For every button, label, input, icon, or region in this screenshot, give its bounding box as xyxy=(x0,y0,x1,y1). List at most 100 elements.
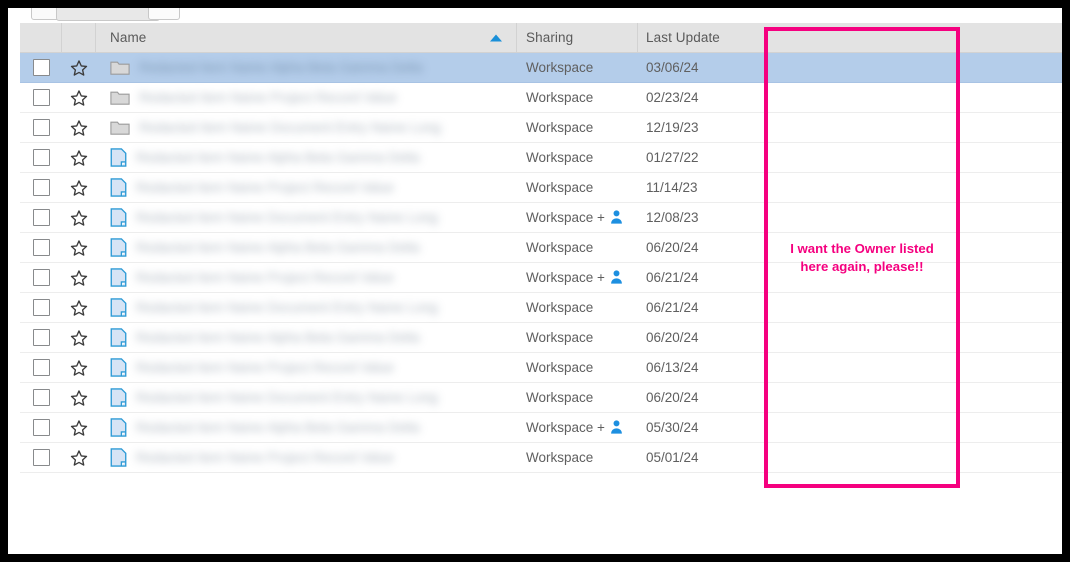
favorite-star-icon[interactable] xyxy=(62,293,96,322)
row-checkbox[interactable] xyxy=(20,383,62,412)
row-last-update-cell: 12/19/23 xyxy=(638,113,768,142)
favorite-star-icon[interactable] xyxy=(62,383,96,412)
row-checkbox[interactable] xyxy=(20,113,62,142)
row-checkbox[interactable] xyxy=(20,53,62,82)
favorite-star-icon[interactable] xyxy=(62,353,96,382)
row-sharing-label: Workspace xyxy=(526,390,594,405)
row-sharing-label: Workspace xyxy=(526,150,594,165)
row-sharing-label: Workspace xyxy=(526,120,594,135)
row-name-cell[interactable]: Redacted Item Name Alpha Beta Gamma Delt… xyxy=(96,53,517,82)
row-sharing-label: Workspace + xyxy=(526,420,605,435)
row-sharing-cell: Workspace xyxy=(517,323,638,352)
favorite-star-icon[interactable] xyxy=(62,143,96,172)
row-last-update-label: 06/20/24 xyxy=(646,390,699,405)
row-last-update-label: 05/30/24 xyxy=(646,420,699,435)
row-last-update-label: 06/20/24 xyxy=(646,240,699,255)
row-sharing-label: Workspace xyxy=(526,300,594,315)
document-icon xyxy=(110,178,127,197)
row-checkbox[interactable] xyxy=(20,293,62,322)
row-last-update-cell: 11/14/23 xyxy=(638,173,768,202)
row-last-update-label: 01/27/22 xyxy=(646,150,699,165)
screenshot-frame: Name Sharing Last Update Redacted Item N… xyxy=(0,0,1070,562)
row-sharing-cell: Workspace xyxy=(517,143,638,172)
row-sharing-label: Workspace xyxy=(526,240,594,255)
document-icon xyxy=(110,238,127,257)
row-name-cell[interactable]: Redacted Item Name Alpha Beta Gamma Delt… xyxy=(96,413,517,442)
favorite-star-icon[interactable] xyxy=(62,413,96,442)
row-checkbox[interactable] xyxy=(20,233,62,262)
row-checkbox[interactable] xyxy=(20,443,62,472)
toolbar-strip xyxy=(8,8,1062,21)
row-last-update-cell: 05/30/24 xyxy=(638,413,768,442)
row-name-cell[interactable]: Redacted Item Name Project Record Value xyxy=(96,83,517,112)
row-name-cell[interactable]: Redacted Item Name Project Record Value xyxy=(96,443,517,472)
row-sharing-cell: Workspace xyxy=(517,83,638,112)
favorite-star-icon[interactable] xyxy=(62,83,96,112)
row-last-update-cell: 02/23/24 xyxy=(638,83,768,112)
folder-icon xyxy=(110,89,130,106)
document-icon xyxy=(110,448,127,467)
toolbar-button-3[interactable] xyxy=(148,8,180,20)
row-sharing-cell: Workspace xyxy=(517,53,638,82)
document-icon xyxy=(110,358,127,377)
column-header-sharing-label: Sharing xyxy=(526,30,574,45)
favorite-star-icon[interactable] xyxy=(62,203,96,232)
row-sharing-label: Workspace xyxy=(526,90,594,105)
row-checkbox[interactable] xyxy=(20,413,62,442)
column-header-sharing[interactable]: Sharing xyxy=(517,22,638,53)
document-icon xyxy=(110,328,127,347)
column-header-favorite[interactable] xyxy=(62,22,96,53)
favorite-star-icon[interactable] xyxy=(62,113,96,142)
document-icon xyxy=(110,268,127,287)
row-checkbox[interactable] xyxy=(20,143,62,172)
row-name-cell[interactable]: Redacted Item Name Alpha Beta Gamma Delt… xyxy=(96,233,517,262)
row-checkbox[interactable] xyxy=(20,203,62,232)
favorite-star-icon[interactable] xyxy=(62,263,96,292)
row-checkbox[interactable] xyxy=(20,83,62,112)
row-name-cell[interactable]: Redacted Item Name Alpha Beta Gamma Delt… xyxy=(96,143,517,172)
row-sharing-label: Workspace xyxy=(526,330,594,345)
row-name-label: Redacted Item Name Project Record Value xyxy=(136,270,394,285)
document-icon xyxy=(110,418,127,437)
row-name-label: Redacted Item Name Project Record Value xyxy=(139,90,397,105)
row-name-cell[interactable]: Redacted Item Name Project Record Value xyxy=(96,353,517,382)
row-sharing-cell: Workspace + xyxy=(517,203,638,232)
column-header-select-all[interactable] xyxy=(20,22,62,53)
row-name-label: Redacted Item Name Alpha Beta Gamma Delt… xyxy=(136,150,420,165)
column-header-name[interactable]: Name xyxy=(96,22,517,53)
row-name-cell[interactable]: Redacted Item Name Alpha Beta Gamma Delt… xyxy=(96,323,517,352)
row-last-update-label: 06/21/24 xyxy=(646,300,699,315)
column-header-name-label: Name xyxy=(110,30,147,45)
row-sharing-label: Workspace + xyxy=(526,210,605,225)
document-icon xyxy=(110,148,127,167)
favorite-star-icon[interactable] xyxy=(62,323,96,352)
row-name-cell[interactable]: Redacted Item Name Document Entry Name L… xyxy=(96,113,517,142)
row-sharing-cell: Workspace xyxy=(517,383,638,412)
row-sharing-cell: Workspace xyxy=(517,173,638,202)
row-last-update-cell: 01/27/22 xyxy=(638,143,768,172)
annotation-callout-box: I want the Owner listed here again, plea… xyxy=(764,27,960,488)
row-name-cell[interactable]: Redacted Item Name Document Entry Name L… xyxy=(96,293,517,322)
favorite-star-icon[interactable] xyxy=(62,173,96,202)
row-last-update-cell: 12/08/23 xyxy=(638,203,768,232)
favorite-star-icon[interactable] xyxy=(62,53,96,82)
row-name-cell[interactable]: Redacted Item Name Document Entry Name L… xyxy=(96,203,517,232)
row-name-cell[interactable]: Redacted Item Name Project Record Value xyxy=(96,263,517,292)
row-checkbox[interactable] xyxy=(20,173,62,202)
column-header-last-update[interactable]: Last Update xyxy=(638,23,768,52)
row-last-update-label: 12/08/23 xyxy=(646,210,699,225)
shared-person-icon xyxy=(605,269,623,287)
favorite-star-icon[interactable] xyxy=(62,233,96,262)
row-checkbox[interactable] xyxy=(20,323,62,352)
row-sharing-cell: Workspace + xyxy=(517,413,638,442)
row-last-update-label: 02/23/24 xyxy=(646,90,699,105)
row-name-cell[interactable]: Redacted Item Name Project Record Value xyxy=(96,173,517,202)
toolbar-button-2[interactable] xyxy=(56,8,160,21)
row-checkbox[interactable] xyxy=(20,353,62,382)
row-name-cell[interactable]: Redacted Item Name Document Entry Name L… xyxy=(96,383,517,412)
row-last-update-cell: 06/20/24 xyxy=(638,323,768,352)
row-name-label: Redacted Item Name Alpha Beta Gamma Delt… xyxy=(136,330,420,345)
favorite-star-icon[interactable] xyxy=(62,443,96,472)
row-checkbox[interactable] xyxy=(20,263,62,292)
row-sharing-label: Workspace xyxy=(526,450,594,465)
